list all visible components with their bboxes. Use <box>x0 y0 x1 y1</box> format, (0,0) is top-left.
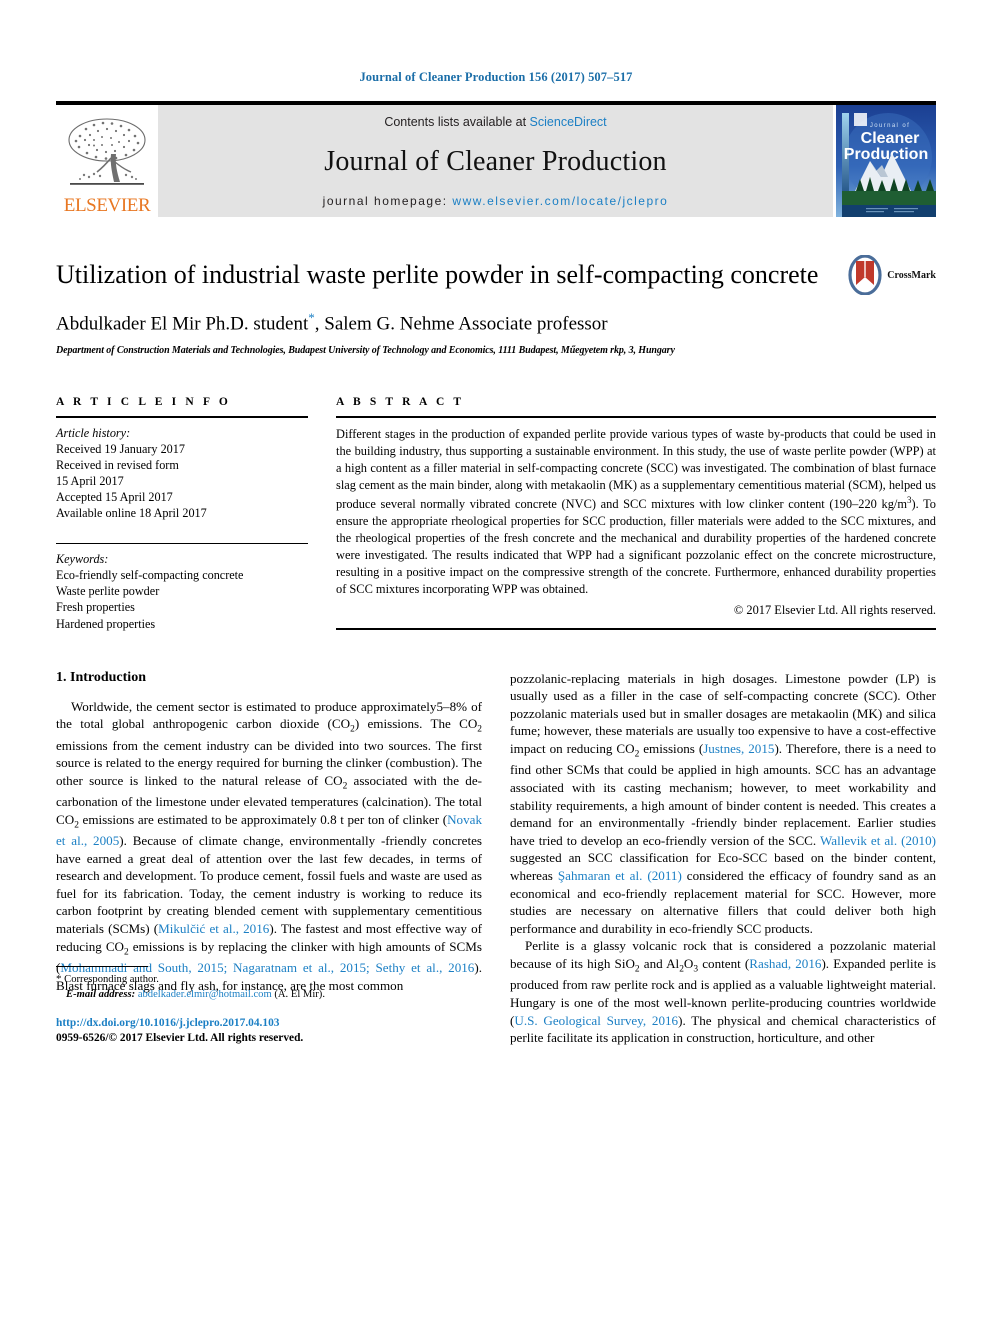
intro-paragraph-left: Worldwide, the cement sector is estimate… <box>56 698 482 995</box>
abstract-column: A B S T R A C T Different stages in the … <box>336 396 936 632</box>
abstract-heading: A B S T R A C T <box>336 395 465 408</box>
footnote-rule <box>56 966 148 968</box>
citation-link[interactable]: Wallevik et al. (2010) <box>820 833 936 848</box>
author-primary: Abdulkader El Mir Ph.D. student <box>56 312 309 334</box>
elsevier-logo: ELSEVIER <box>56 105 158 217</box>
keyword-item: Waste perlite powder <box>56 584 160 599</box>
text-run: emissions are estimated to be approximat… <box>78 811 448 827</box>
text-run: O <box>683 956 694 972</box>
footnote-corresponding-text: Corresponding author. <box>61 974 159 986</box>
abstract-rule <box>336 415 936 418</box>
title-block: Utilization of industrial waste perlite … <box>56 255 936 356</box>
body-column-left: 1. Introduction Worldwide, the cement se… <box>56 670 482 1047</box>
svg-text:Cleaner: Cleaner <box>861 130 920 147</box>
history-item: 15 April 2017 <box>56 473 124 488</box>
citation-link[interactable]: Rashad, 2016 <box>749 956 821 971</box>
intro-paragraph-right-1: pozzolanic-replacing materials in high d… <box>510 670 936 938</box>
email-suffix: (A. El Mir). <box>271 989 325 1001</box>
citation-link[interactable]: Justnes, 2015 <box>703 741 774 756</box>
email-label: E-mail address: <box>66 989 136 1001</box>
citation-link[interactable]: U.S. Geological Survey, 2016 <box>514 1013 678 1028</box>
journal-homepage-line: journal homepage: www.elsevier.com/locat… <box>323 194 669 208</box>
text-run: content ( <box>698 956 750 972</box>
intro-paragraph-right-2: Perlite is a glassy volcanic rock that i… <box>510 937 936 1046</box>
svg-text:Production: Production <box>844 146 928 163</box>
abstract-part-1: Different stages in the production of ex… <box>336 426 936 511</box>
keywords-rule <box>56 543 308 545</box>
crossmark-icon <box>848 255 882 295</box>
citation-link[interactable]: Şahmaran et al. (2011) <box>558 868 682 883</box>
history-item: Received 19 January 2017 <box>56 441 185 456</box>
section-heading-introduction: 1. Introduction <box>56 669 146 685</box>
running-head: Journal of Cleaner Production 156 (2017)… <box>359 70 633 84</box>
crossmark-label: CrossMark <box>887 269 936 281</box>
text-run: ) emissions. The CO <box>354 716 478 732</box>
keywords-block: Keywords: Eco-friendly self-compacting c… <box>56 551 308 631</box>
abstract-body: Different stages in the production of ex… <box>336 426 936 598</box>
author-list: Abdulkader El Mir Ph.D. student*, Salem … <box>56 310 826 336</box>
doi-link[interactable]: http://dx.doi.org/10.1016/j.jclepro.2017… <box>56 1016 482 1031</box>
article-history-label: Article history: <box>56 425 131 440</box>
cover-artwork-icon: Journal of Cleaner Production <box>836 105 936 217</box>
journal-title: Journal of Cleaner Production <box>324 145 667 177</box>
affiliation: Department of Construction Materials and… <box>56 344 675 356</box>
keyword-item: Hardened properties <box>56 616 156 631</box>
homepage-prefix: journal homepage: <box>322 194 453 208</box>
text-run: emissions ( <box>639 741 704 757</box>
subscript: 2 <box>477 724 482 735</box>
text-run: and Al <box>639 956 680 972</box>
masthead-center: Contents lists available at ScienceDirec… <box>158 105 833 217</box>
footnote-area: * Corresponding author. E-mail address: … <box>56 966 482 1046</box>
crossmark-badge[interactable]: CrossMark <box>848 255 936 295</box>
contents-prefix: Contents lists available at <box>384 115 530 129</box>
contents-available-line: Contents lists available at ScienceDirec… <box>384 115 606 129</box>
journal-homepage-link[interactable]: www.elsevier.com/locate/jclepro <box>452 194 668 208</box>
history-item: Received in revised form <box>56 457 179 472</box>
article-history-block: Article history: Received 19 January 201… <box>56 425 308 522</box>
body-column-right: pozzolanic-replacing materials in high d… <box>510 670 936 1047</box>
elsevier-wordmark: ELSEVIER <box>63 195 151 216</box>
body-columns: 1. Introduction Worldwide, the cement se… <box>56 670 936 1047</box>
text-run: ). Therefore, there is a need to find ot… <box>510 741 936 848</box>
page-title: Utilization of industrial waste perlite … <box>56 260 819 289</box>
keyword-item: Fresh properties <box>56 600 135 615</box>
info-and-abstract: A R T I C L E I N F O Article history: R… <box>56 396 936 632</box>
issn-copyright: 0959-6526/© 2017 Elsevier Ltd. All right… <box>56 1032 304 1045</box>
journal-masthead: ELSEVIER Contents lists available at Sci… <box>56 101 936 217</box>
email-link[interactable]: abdelkader.elmir@hotmail.com <box>138 989 272 1000</box>
author-secondary: , Salem G. Nehme Associate professor <box>314 312 608 334</box>
sciencedirect-link[interactable]: ScienceDirect <box>530 115 607 129</box>
keyword-item: Eco-friendly self-compacting concrete <box>56 568 244 583</box>
article-info-rule <box>56 415 308 418</box>
footnote-corresponding-author: * Corresponding author. <box>56 972 482 988</box>
article-info-column: A R T I C L E I N F O Article history: R… <box>56 396 308 632</box>
abstract-part-2: ). To ensure the appropriate rheological… <box>336 496 936 596</box>
article-info-heading: A R T I C L E I N F O <box>56 395 231 408</box>
svg-text:Journal of: Journal of <box>870 123 910 129</box>
article-page: Journal of Cleaner Production 156 (2017)… <box>0 0 992 1323</box>
journal-cover-thumbnail: Journal of Cleaner Production <box>833 105 936 217</box>
abstract-copyright: © 2017 Elsevier Ltd. All rights reserved… <box>733 602 936 617</box>
history-item: Available online 18 April 2017 <box>56 506 207 521</box>
footnote-email: E-mail address: abdelkader.elmir@hotmail… <box>56 988 482 1003</box>
history-item: Accepted 15 April 2017 <box>56 490 173 504</box>
keywords-label: Keywords: <box>56 552 109 567</box>
elsevier-tree-icon <box>68 118 146 185</box>
footer-block: http://dx.doi.org/10.1016/j.jclepro.2017… <box>56 1016 482 1047</box>
abstract-bottom-rule <box>336 627 936 630</box>
citation-link[interactable]: Mikulčić et al., 2016 <box>158 921 269 936</box>
